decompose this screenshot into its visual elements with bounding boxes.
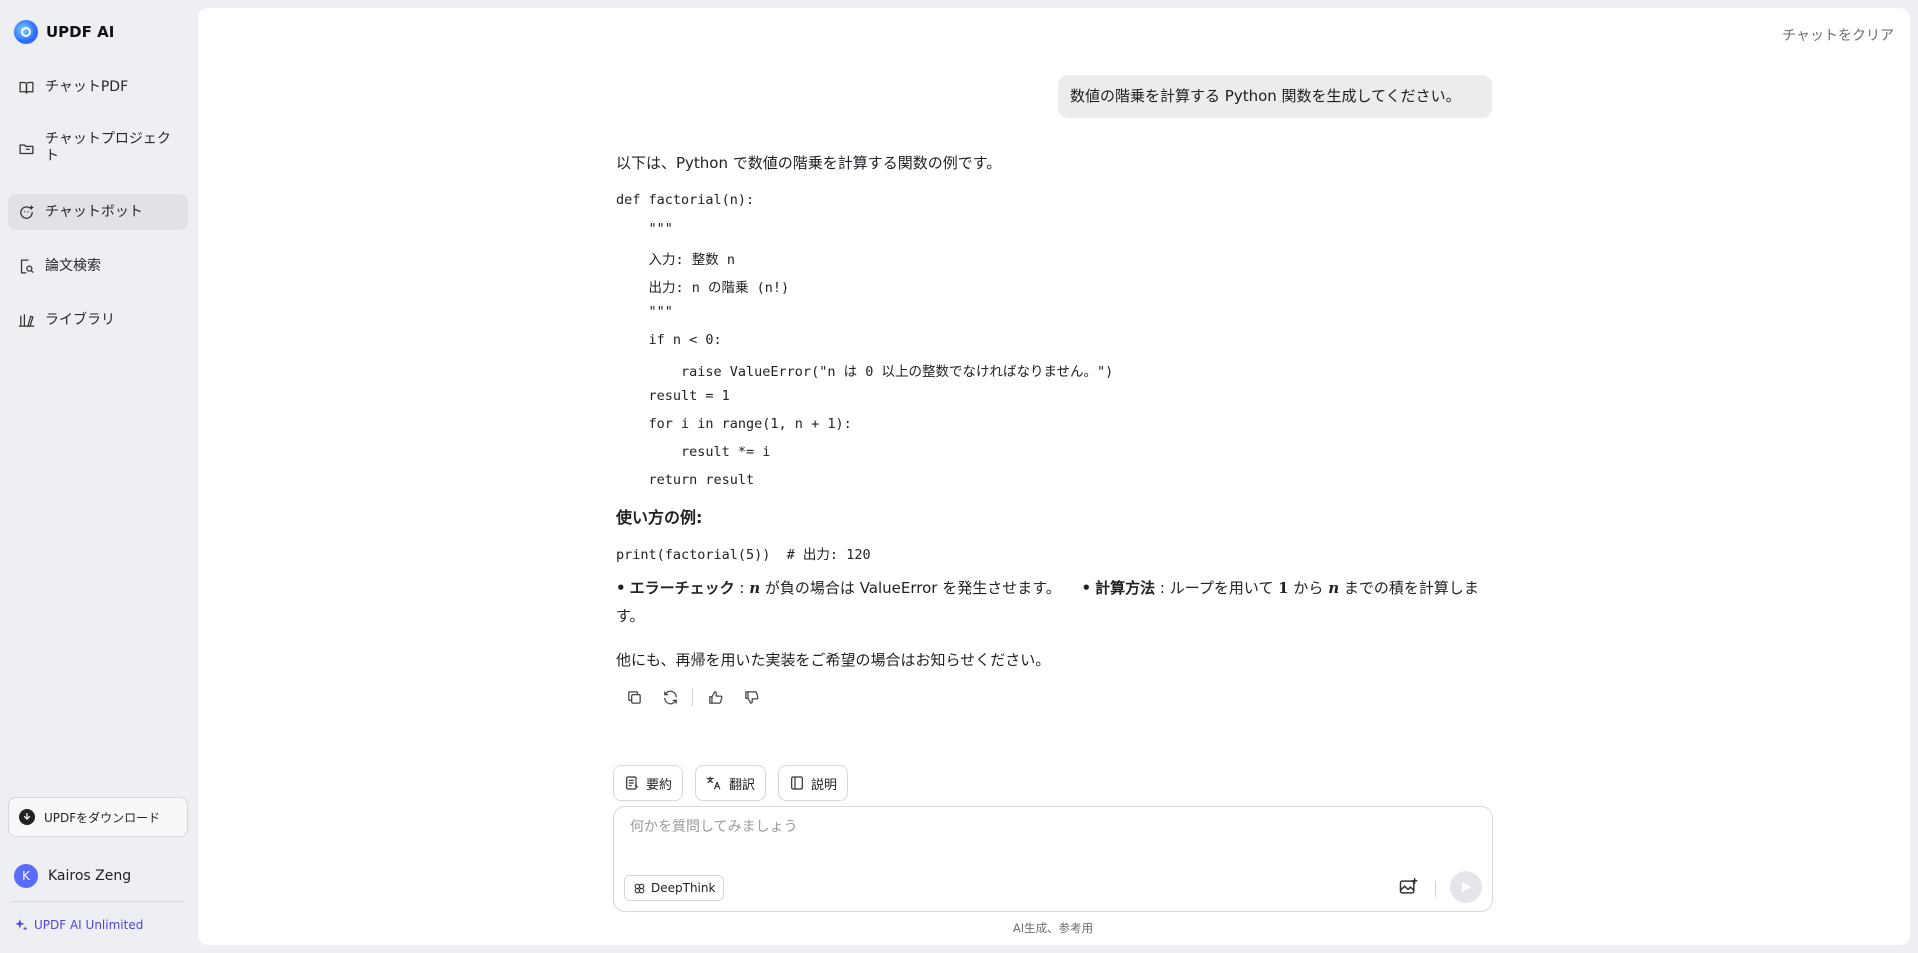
chat-input[interactable] (630, 819, 1470, 835)
code-line: result *= i (616, 444, 771, 460)
bullet-text: から (1293, 579, 1324, 597)
bullet-dot: • (1081, 579, 1092, 597)
code-line: raise ValueError("n は 0 以上の整数でなければなりません。… (616, 364, 1114, 380)
summary-icon (626, 776, 638, 790)
chatbot-icon (20, 204, 34, 219)
code-line: result = 1 (616, 388, 730, 404)
sidebar: UPDF AI チャットPDF チャットプロジェクト チャットボット 論文検索 … (0, 0, 196, 953)
brand-name: UPDF AI (46, 23, 115, 41)
quick-actions: 要約 翻訳 説明 (613, 765, 849, 801)
deepthink-toggle[interactable]: DeepThink (624, 875, 725, 901)
sidebar-item-label: 論文検索 (45, 257, 101, 274)
math-variable: n (1328, 579, 1340, 597)
clear-chat-button[interactable]: チャットをクリア (1782, 25, 1894, 45)
folder-icon (19, 143, 34, 154)
bullet-title: 計算方法 (1095, 579, 1156, 597)
thumbs-up-icon[interactable] (697, 686, 733, 708)
response-closing: 他にも、再帰を用いた実装をご希望の場合はお知らせください。 (616, 651, 1051, 669)
quick-action-label: 説明 (811, 777, 838, 793)
bullet-separator: : (739, 579, 745, 597)
translate-icon (706, 776, 721, 790)
sidebar-item-library[interactable]: ライブラリ (8, 303, 188, 337)
response-intro: 以下は、Python で数値の階乗を計算する関数の例です。 (616, 154, 1002, 172)
action-divider (692, 688, 693, 706)
sidebar-item-label: チャットプロジェクト (45, 131, 171, 164)
composer-divider (1435, 881, 1436, 897)
bullet-text: が負の場合は ValueError を発生させます。 (764, 579, 1061, 597)
sidebar-item-label: チャットボット (45, 203, 143, 220)
download-icon (19, 809, 35, 825)
message-composer: DeepThink (613, 806, 1493, 912)
code-line: def factorial(n): (616, 192, 755, 208)
quick-action-label: 翻訳 (729, 777, 756, 793)
code-line: """ (616, 221, 673, 237)
sidebar-item-chat-pdf[interactable]: チャットPDF (8, 70, 188, 104)
user-message-bubble: 数値の階乗を計算する Python 関数を生成してください。 (1058, 75, 1492, 118)
math-number: 1 (1278, 579, 1289, 597)
code-line: for i in range(1, n + 1): (616, 416, 852, 432)
sidebar-item-label: チャットPDF (45, 78, 129, 95)
sidebar-item-chat-project[interactable]: チャットプロジェクト (8, 126, 188, 170)
regenerate-icon[interactable] (652, 686, 688, 708)
updf-logo-icon (14, 20, 38, 44)
plan-label: UPDF AI Unlimited (34, 918, 144, 932)
response-actions (616, 686, 769, 708)
deepthink-label: DeepThink (651, 881, 716, 895)
explain-icon (791, 776, 803, 790)
bullet-text: ループを用いて (1169, 579, 1274, 597)
brand[interactable]: UPDF AI (14, 20, 114, 44)
sparkle-icon (15, 919, 28, 931)
book-open-icon (19, 81, 34, 94)
explain-button[interactable]: 説明 (778, 765, 849, 801)
math-variable: n (749, 579, 761, 597)
translate-button[interactable]: 翻訳 (695, 765, 767, 801)
thumbs-down-icon[interactable] (733, 686, 769, 708)
plan-link[interactable]: UPDF AI Unlimited (14, 918, 143, 932)
sidebar-item-chatbot[interactable]: チャットボット (8, 194, 188, 230)
paper-search-icon (20, 258, 34, 274)
code-line: 入力: 整数 n (616, 252, 736, 268)
download-label: UPDFをダウンロード (44, 810, 161, 825)
usage-heading: 使い方の例: (616, 508, 703, 527)
download-updf-button[interactable]: UPDFをダウンロード (8, 797, 188, 837)
bullet-list: • エラーチェック : n が負の場合は ValueError を発生させます。 … (616, 574, 1496, 630)
send-button[interactable] (1450, 871, 1482, 903)
sidebar-item-paper-search[interactable]: 論文検索 (8, 249, 188, 283)
code-line: """ (616, 304, 673, 320)
avatar: K (14, 864, 38, 888)
bullet-separator: : (1159, 579, 1165, 597)
code-line: return result (616, 472, 755, 488)
usage-code: print(factorial(5)) # 出力: 120 (616, 547, 871, 563)
user-name: Kairos Zeng (48, 868, 132, 884)
library-icon (18, 313, 35, 327)
user-profile[interactable]: K Kairos Zeng (14, 864, 131, 888)
summary-button[interactable]: 要約 (613, 765, 684, 801)
chat-panel: チャットをクリア 数値の階乗を計算する Python 関数を生成してください。 … (198, 8, 1910, 945)
deepthink-icon (634, 883, 645, 893)
ai-disclaimer: AI生成、参考用 (1012, 921, 1094, 935)
code-line: 出力: n の階乗 (n!) (616, 280, 790, 296)
bullet-title: エラーチェック (629, 579, 735, 597)
code-line: if n < 0: (616, 332, 722, 348)
image-upload-icon[interactable] (1398, 877, 1420, 899)
quick-action-label: 要約 (646, 777, 673, 793)
sidebar-divider (12, 901, 184, 902)
send-icon (1461, 881, 1472, 893)
bullet-dot: • (616, 579, 626, 597)
sidebar-item-label: ライブラリ (45, 311, 115, 328)
copy-icon[interactable] (616, 686, 652, 708)
